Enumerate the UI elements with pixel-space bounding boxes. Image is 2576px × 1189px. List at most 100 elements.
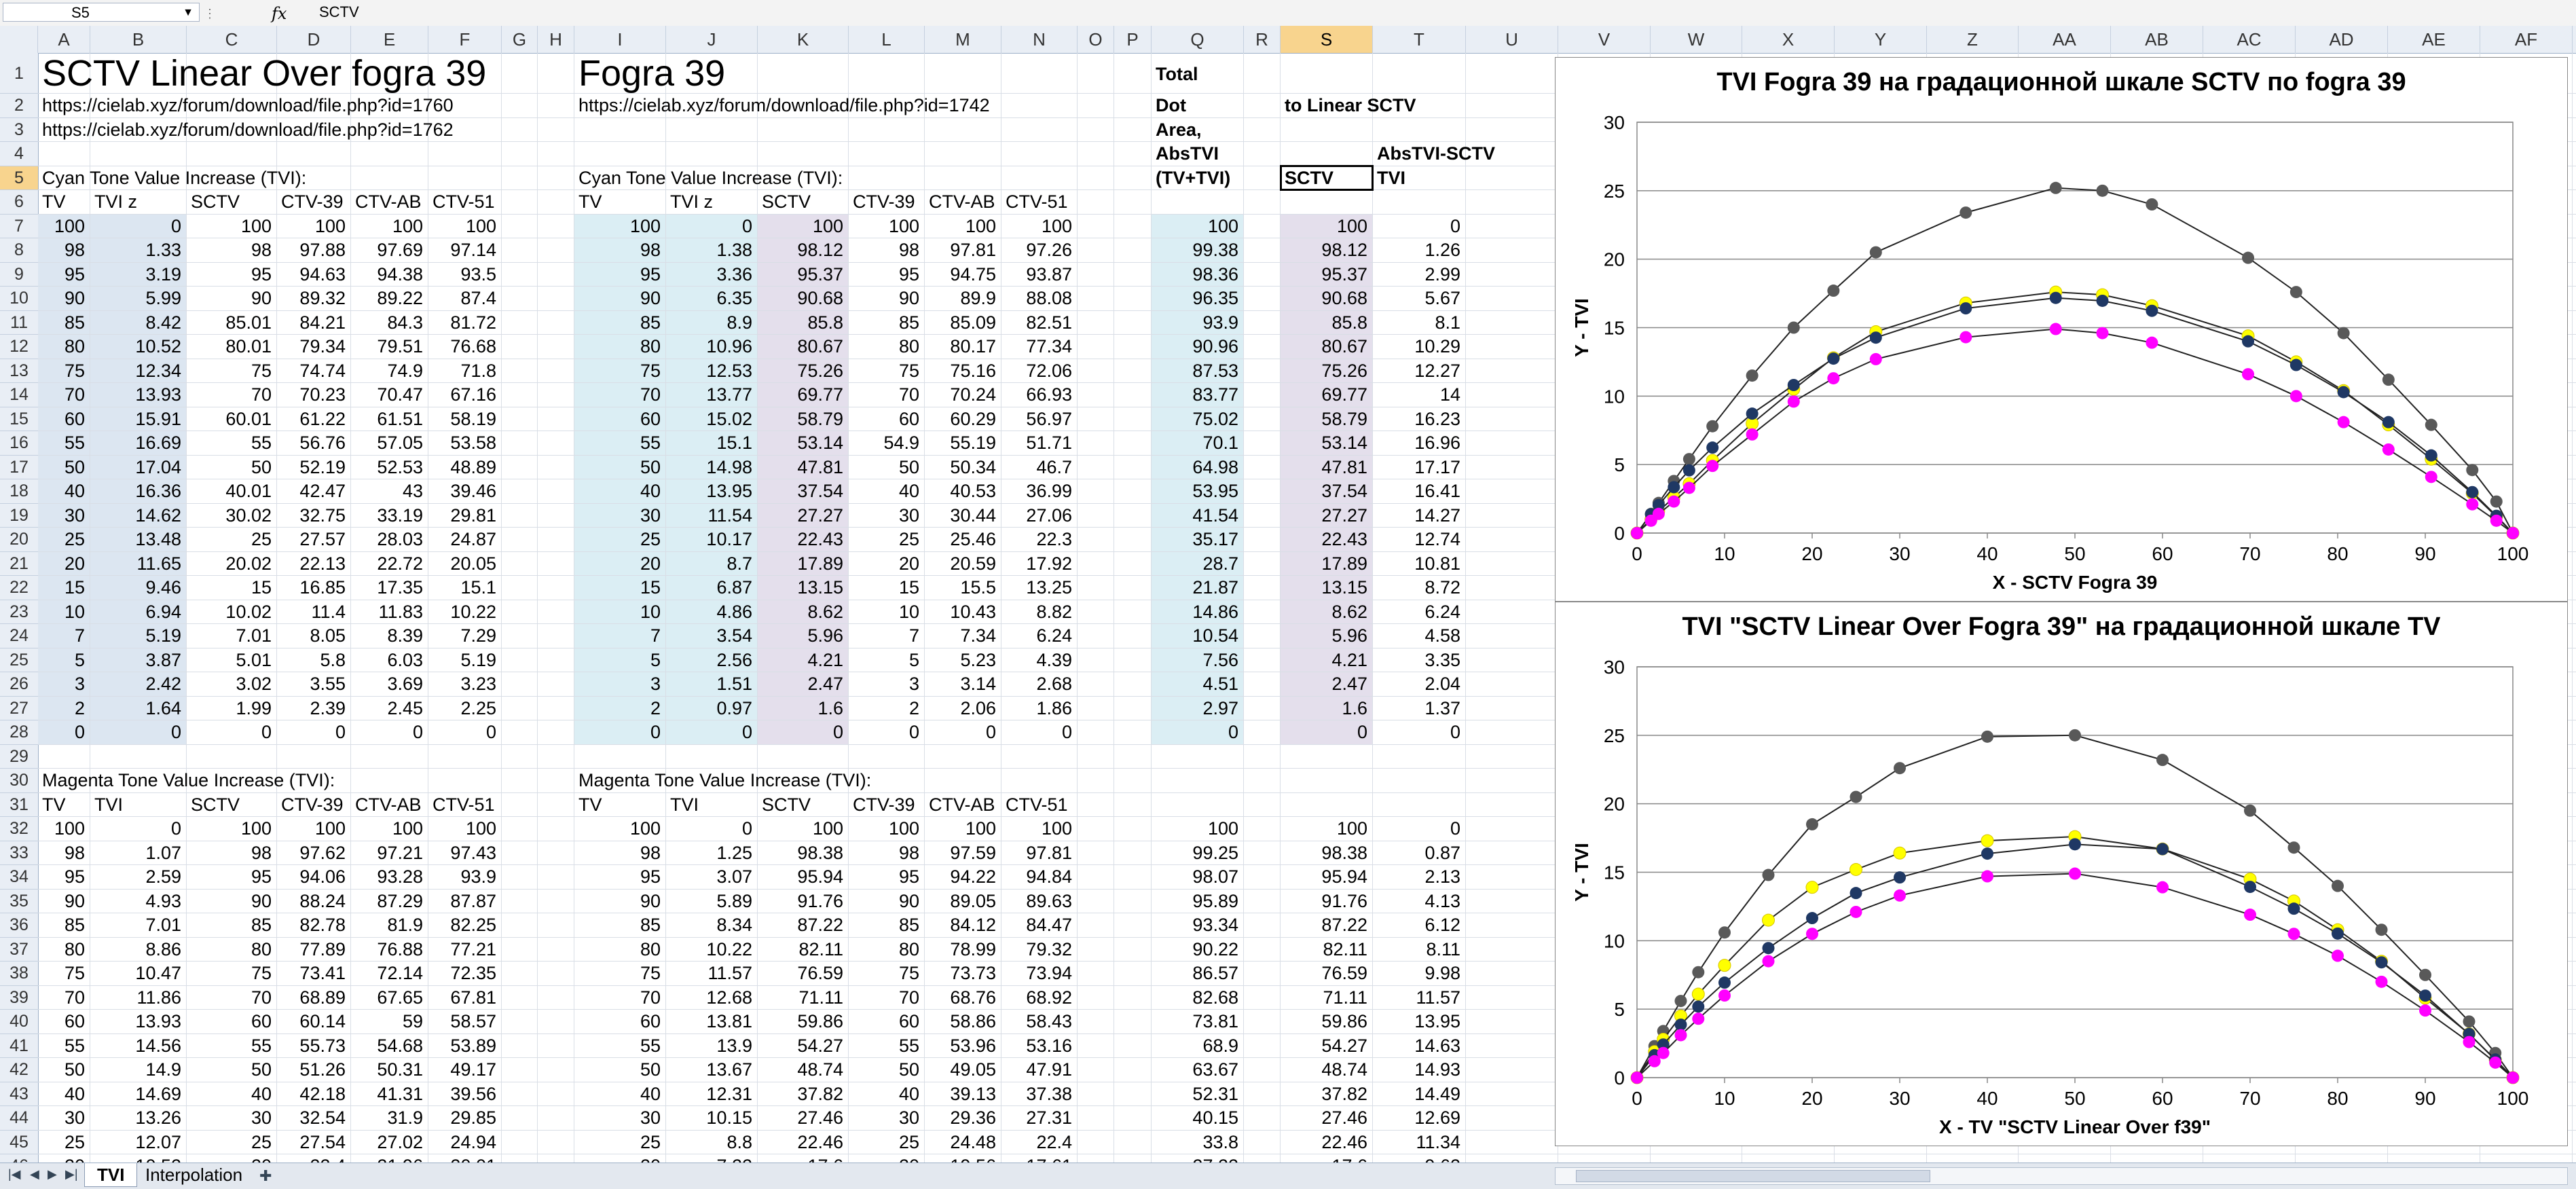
col-header-AE[interactable]: AE [2388, 26, 2480, 53]
cell-S24[interactable]: 5.96 [1281, 624, 1367, 647]
cell-C23[interactable]: 10.02 [187, 600, 272, 623]
cell-N38[interactable]: 73.94 [1001, 962, 1072, 985]
cell-K25[interactable]: 4.21 [758, 648, 843, 672]
cell-C33[interactable]: 98 [187, 841, 272, 864]
cell-A45[interactable]: 25 [38, 1131, 85, 1154]
col-header-Y[interactable]: Y [1835, 26, 1927, 53]
cell-C36[interactable]: 85 [187, 913, 272, 936]
cell-S40[interactable]: 59.86 [1281, 1010, 1367, 1033]
cell-K39[interactable]: 71.11 [758, 986, 843, 1009]
cell-J21[interactable]: 8.7 [666, 552, 752, 575]
cell-K23[interactable]: 8.62 [758, 600, 843, 623]
cell-M24[interactable]: 7.34 [925, 624, 996, 647]
cell-T40[interactable]: 13.95 [1373, 1010, 1460, 1033]
cell-T46[interactable]: 9.62 [1373, 1154, 1460, 1163]
cell-E22[interactable]: 17.35 [351, 576, 423, 599]
cell-F32[interactable]: 100 [428, 817, 496, 840]
cell-S19[interactable]: 27.27 [1281, 504, 1367, 527]
cell-T13[interactable]: 12.27 [1373, 359, 1460, 382]
cell-Q35[interactable]: 95.89 [1152, 890, 1238, 913]
cell-A26[interactable]: 3 [38, 672, 85, 695]
cell-N41[interactable]: 53.16 [1001, 1034, 1072, 1057]
cell-B15[interactable]: 15.91 [90, 407, 181, 431]
row-header-25[interactable]: 25 [0, 648, 38, 672]
cell-I11[interactable]: 85 [574, 311, 661, 334]
cell-M21[interactable]: 20.59 [925, 552, 996, 575]
cell-C19[interactable]: 30.02 [187, 504, 272, 527]
cell-I30[interactable]: Magenta Tone Value Increase (TVI): [578, 769, 871, 792]
col-header-M[interactable]: M [925, 26, 1001, 53]
cell-L42[interactable]: 50 [849, 1058, 919, 1081]
cell-M15[interactable]: 60.29 [925, 407, 996, 431]
cell-I45[interactable]: 25 [574, 1131, 661, 1154]
cell-E14[interactable]: 70.47 [351, 383, 423, 406]
row-header-44[interactable]: 44 [0, 1106, 38, 1131]
select-all-button[interactable] [0, 26, 38, 53]
cell-K34[interactable]: 95.94 [758, 865, 843, 888]
cell-L13[interactable]: 75 [849, 359, 919, 382]
cell-I16[interactable]: 55 [574, 431, 661, 454]
cell-Q21[interactable]: 28.7 [1152, 552, 1238, 575]
tab-tvi[interactable]: TVI [84, 1163, 138, 1187]
cell-L37[interactable]: 80 [849, 938, 919, 961]
cell-D22[interactable]: 16.85 [277, 576, 346, 599]
col-header-H[interactable]: H [538, 26, 574, 53]
cell-A13[interactable]: 75 [38, 359, 85, 382]
cell-I31[interactable]: TV [578, 793, 602, 816]
row-header-18[interactable]: 18 [0, 479, 38, 504]
cell-I28[interactable]: 0 [574, 720, 661, 744]
cell-F19[interactable]: 29.81 [428, 504, 496, 527]
cell-N34[interactable]: 94.84 [1001, 865, 1072, 888]
cell-J19[interactable]: 11.54 [666, 504, 752, 527]
cell-I2[interactable]: https://cielab.xyz/forum/download/file.p… [578, 94, 990, 117]
cell-N37[interactable]: 79.32 [1001, 938, 1072, 961]
cell-S21[interactable]: 17.89 [1281, 552, 1367, 575]
cell-Q20[interactable]: 35.17 [1152, 528, 1238, 551]
cell-M39[interactable]: 68.76 [925, 986, 996, 1009]
cell-F34[interactable]: 93.9 [428, 865, 496, 888]
cell-K15[interactable]: 58.79 [758, 407, 843, 431]
cell-L18[interactable]: 40 [849, 479, 919, 502]
cell-M43[interactable]: 39.13 [925, 1082, 996, 1105]
cell-C8[interactable]: 98 [187, 238, 272, 261]
cell-N12[interactable]: 77.34 [1001, 335, 1072, 358]
row-header-42[interactable]: 42 [0, 1058, 38, 1082]
cell-B35[interactable]: 4.93 [90, 890, 181, 913]
cell-J25[interactable]: 2.56 [666, 648, 752, 672]
cell-J7[interactable]: 0 [666, 215, 752, 238]
col-header-B[interactable]: B [90, 26, 187, 53]
cell-I41[interactable]: 55 [574, 1034, 661, 1057]
cell-D17[interactable]: 52.19 [277, 456, 346, 479]
cell-C11[interactable]: 85.01 [187, 311, 272, 334]
cell-L43[interactable]: 40 [849, 1082, 919, 1105]
cell-E12[interactable]: 79.51 [351, 335, 423, 358]
cell-J44[interactable]: 10.15 [666, 1106, 752, 1129]
cell-N27[interactable]: 1.86 [1001, 697, 1072, 720]
cell-K8[interactable]: 98.12 [758, 238, 843, 261]
cell-L11[interactable]: 85 [849, 311, 919, 334]
cell-F17[interactable]: 48.89 [428, 456, 496, 479]
cell-I19[interactable]: 30 [574, 504, 661, 527]
cell-M26[interactable]: 3.14 [925, 672, 996, 695]
col-header-P[interactable]: P [1114, 26, 1152, 53]
cell-I32[interactable]: 100 [574, 817, 661, 840]
cell-T11[interactable]: 8.1 [1373, 311, 1460, 334]
col-header-G[interactable]: G [502, 26, 538, 53]
cell-M37[interactable]: 78.99 [925, 938, 996, 961]
cell-L20[interactable]: 25 [849, 528, 919, 551]
cell-C41[interactable]: 55 [187, 1034, 272, 1057]
cell-A21[interactable]: 20 [38, 552, 85, 575]
cell-I37[interactable]: 80 [574, 938, 661, 961]
cell-K13[interactable]: 75.26 [758, 359, 843, 382]
cell-K6[interactable]: SCTV [762, 190, 811, 213]
cell-S10[interactable]: 90.68 [1281, 287, 1367, 310]
cell-N45[interactable]: 22.4 [1001, 1131, 1072, 1154]
row-header-40[interactable]: 40 [0, 1010, 38, 1034]
cell-M13[interactable]: 75.16 [925, 359, 996, 382]
cell-N44[interactable]: 27.31 [1001, 1106, 1072, 1129]
cell-M36[interactable]: 84.12 [925, 913, 996, 936]
cell-K28[interactable]: 0 [758, 720, 843, 744]
cell-T23[interactable]: 6.24 [1373, 600, 1460, 623]
cell-D19[interactable]: 32.75 [277, 504, 346, 527]
cell-K22[interactable]: 13.15 [758, 576, 843, 599]
